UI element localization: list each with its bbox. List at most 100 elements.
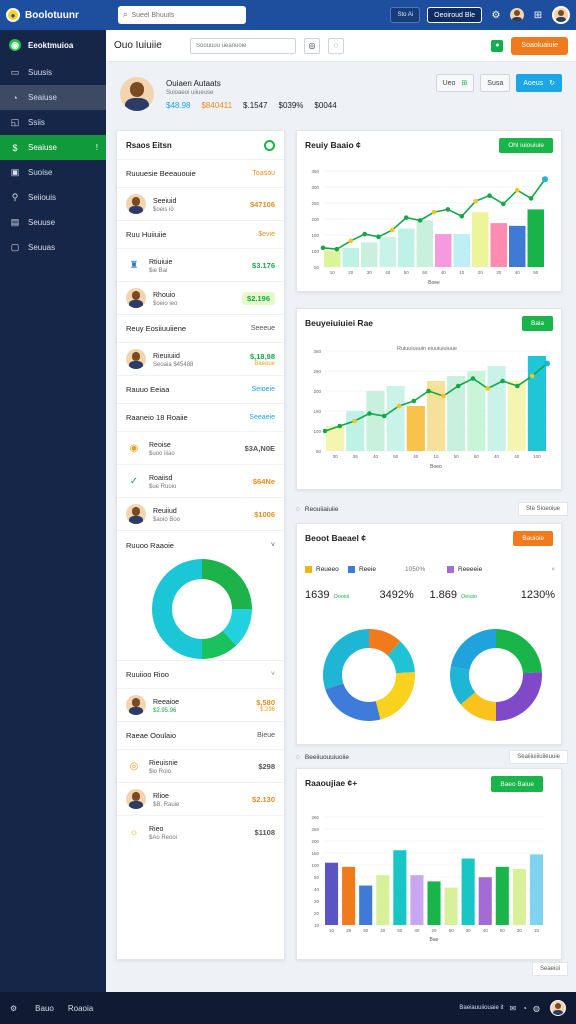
sidebar: ◉ Eeoktmuioa ▭ Suusis ◔ Seaiuse ◱ Ssiis … — [0, 30, 106, 992]
strip-link[interactable]: Seaeiui — [531, 962, 568, 976]
grid-icon[interactable]: ⊞ — [531, 8, 545, 22]
list-item[interactable]: Reuiiud $aoio Boo $1006 — [117, 497, 284, 530]
app-logo[interactable]: ● Boolotuunr — [6, 8, 112, 22]
list-item[interactable]: Rhouio $oeio ieo $2.196 — [117, 281, 284, 314]
item-name: Reoise — [149, 441, 171, 449]
primary-action-button[interactable]: Soaoluaiuie — [511, 36, 568, 55]
profile-button-3[interactable]: Aoeus ↻ — [516, 74, 562, 92]
list-section-header[interactable]: Reuy Eosiiuuiiene Seeeue — [117, 314, 284, 342]
status-indicator-icon[interactable]: ● — [491, 39, 504, 52]
section-link[interactable]: $evie — [258, 231, 275, 238]
item-sub: $ue Ruoio — [149, 483, 177, 490]
section-link[interactable]: Seeaeie — [249, 414, 275, 421]
user-avatar — [126, 288, 146, 308]
item-sub: $aoio Boo — [153, 516, 181, 523]
list-section-header[interactable]: Raaneio 18 Roaiie Seeaeie — [117, 403, 284, 431]
strip-link[interactable]: Ste Sioeoiue — [517, 502, 568, 516]
sidebar-item-lock[interactable]: ▢ Seuuas — [0, 235, 106, 260]
bar — [379, 236, 396, 267]
x-tick-label: 30 — [367, 270, 373, 275]
user-avatar — [126, 349, 146, 369]
sidebar-item-refresh[interactable]: ◔ Seaiuse — [0, 85, 106, 110]
bar — [416, 220, 433, 267]
logo-icon: ● — [6, 8, 20, 22]
globe-icon[interactable]: ◍ — [533, 1004, 540, 1013]
list-item[interactable]: Reeaioe $2.95.96 $,580 $.296 — [117, 688, 284, 721]
x-tick-label: 50 — [404, 270, 410, 275]
list-section-header[interactable]: Ruuuesie Beeauouie Toasou — [117, 159, 284, 187]
coin-icon: ◉ — [129, 442, 139, 454]
section-link[interactable]: ˅ — [271, 671, 275, 678]
list-item[interactable]: Rlioe $B. Rauie $2.130 — [117, 782, 284, 815]
top-bar: ● Boolotuunr ⌕ Sto Ai Oeoiroud Ble ⚙ ⊞ — [0, 0, 576, 30]
data-point — [544, 360, 550, 367]
list-item[interactable]: Seeiuid $oeis iö $47106 — [117, 187, 284, 220]
top-pill-info[interactable]: Sto Ai — [390, 7, 421, 23]
options-button[interactable]: ◌ — [328, 37, 344, 54]
list-section-header[interactable]: Raeae Ooulaio Bieue — [117, 721, 284, 749]
user-avatar[interactable] — [510, 8, 524, 22]
bar — [472, 212, 489, 267]
section-link[interactable]: Bieue — [257, 732, 275, 739]
data-point — [514, 187, 520, 193]
list-item[interactable]: ◉ Reoise $uoo iiiao $3A,N0E — [117, 431, 284, 464]
data-point — [459, 213, 465, 219]
section-link[interactable]: Seeeue — [251, 325, 275, 332]
top-action-button[interactable]: Oeoiroud Ble — [427, 7, 482, 23]
left-panel-list: Ruuuesie Beeauouie Toasou Seeiuid $oeis iö $… — [117, 159, 284, 530]
sidebar-item-link[interactable]: ⚲ Seiiouis — [0, 185, 106, 210]
profile-button-1[interactable]: Ueo ⊞ — [435, 74, 475, 92]
bar — [435, 234, 452, 267]
sidebar-item-wallet[interactable]: ▣ Suoise — [0, 160, 106, 185]
y-tick-label: 20 — [314, 911, 320, 916]
profile-summary: Ouiaen Autaats Suioaeoi uiiueuse $48.98 … — [106, 62, 576, 126]
gear-icon[interactable]: ⚙ — [10, 1004, 17, 1013]
item-value: $47106 — [249, 199, 275, 209]
sidebar-item-finance[interactable]: $ Seaiuse ! — [0, 135, 106, 160]
list-item[interactable]: ♜ Rtiuiuie $ie Bai $3.176 — [117, 248, 284, 281]
bar — [386, 386, 405, 451]
settings-icon[interactable]: ⚙ — [489, 8, 503, 22]
profile-button-label: Aoeus — [523, 79, 544, 87]
profile-button-2[interactable]: Susa — [480, 74, 511, 92]
y-tick-label: 10 — [314, 923, 320, 928]
list-section-header[interactable]: Rauuo Eeiaa Seioeie — [117, 375, 284, 403]
chevron-down-icon[interactable]: ˅ — [271, 542, 275, 549]
section-link[interactable]: Seioeie — [252, 386, 275, 393]
y-tick-label: 200 — [311, 217, 319, 222]
x-tick-label: 60 — [422, 270, 428, 275]
user-avatar[interactable] — [550, 1000, 566, 1016]
tower-icon: ♜ — [129, 259, 139, 271]
section-label: Ruuiioo Rioo — [126, 670, 169, 679]
y-tick-label: 350 — [311, 169, 319, 174]
list-item[interactable]: ✓ Roaiisd $ue Ruoio $64Ne — [117, 464, 284, 497]
x-axis-title: Boee — [428, 280, 440, 286]
bell-icon[interactable]: ◔ — [522, 1004, 527, 1013]
list-item[interactable]: ☼ Rieo $Ao Reooi $1108 — [117, 815, 284, 848]
profile-avatar[interactable] — [552, 6, 570, 24]
bar — [376, 875, 390, 925]
search-input[interactable] — [131, 11, 228, 19]
sidebar-item-home[interactable]: ◉ Eeoktmuioa — [0, 30, 106, 60]
sidebar-item-label: Seaiuse — [28, 93, 57, 102]
sub-search-input[interactable] — [190, 37, 296, 54]
section-link[interactable]: Toasou — [252, 170, 275, 177]
sidebar-item-bookmark[interactable]: ◱ Ssiis — [0, 110, 106, 135]
filter-button[interactable]: ◎ — [304, 37, 320, 54]
list-section-header[interactable]: Ruuiioo Rioo ˅ — [117, 660, 284, 688]
search-box[interactable]: ⌕ — [118, 6, 246, 24]
x-tick-label: 40 — [483, 928, 489, 933]
sidebar-item-calendar[interactable]: ▤ Seuuse — [0, 210, 106, 235]
bar — [453, 234, 470, 267]
status-ring-icon[interactable] — [264, 139, 275, 151]
list-item[interactable]: Rieuiuiid Seoaia $45488 $,18,98 Baeoue — [117, 342, 284, 375]
strip-link[interactable]: Seaiiiuiiiuiieuuie — [509, 750, 568, 764]
list-item[interactable]: ◎ Rieuisnie $lo Roio $298 — [117, 749, 284, 782]
sidebar-item-label: Seaiuse — [28, 143, 57, 152]
section-strip-2: ◌ Beeiiuouuiuoiie Seaiiiuiiiuiieuuie — [296, 748, 568, 766]
mail-icon[interactable]: ✉ — [509, 1004, 516, 1013]
info-icon: ◌ — [296, 753, 300, 761]
list-section-header[interactable]: Ruu Huiiuiie $evie — [117, 220, 284, 248]
sidebar-item-chat[interactable]: ▭ Suusis — [0, 60, 106, 85]
wallet-icon: ▣ — [10, 167, 20, 177]
